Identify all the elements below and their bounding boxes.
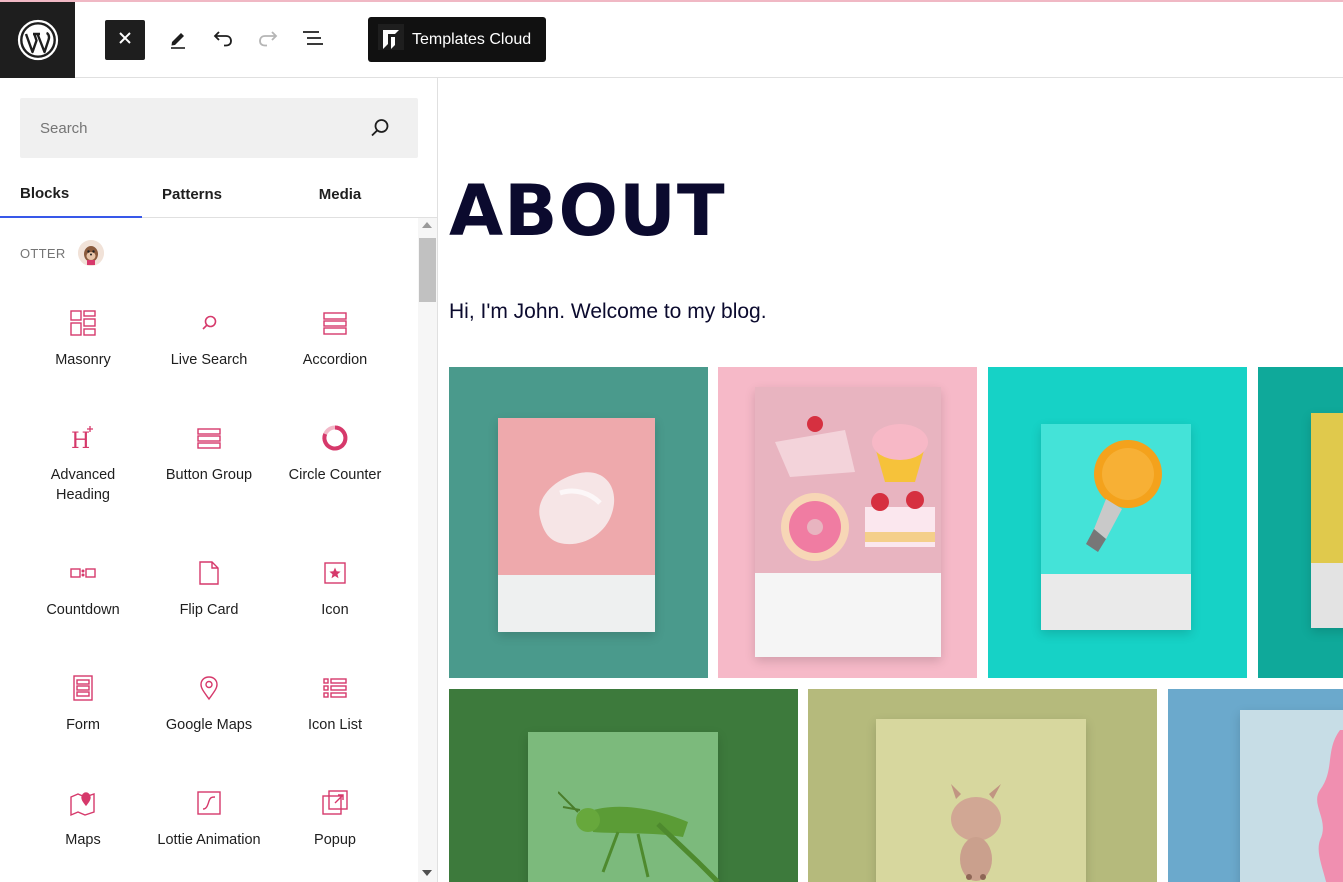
flip-card-icon	[194, 558, 224, 588]
page-title[interactable]: ABOUT	[449, 170, 726, 252]
tools-button[interactable]	[158, 20, 198, 60]
scroll-down-arrow-icon[interactable]	[422, 870, 432, 876]
page-intro-paragraph[interactable]: Hi, I'm John. Welcome to my blog.	[449, 300, 767, 324]
icon-list-icon	[320, 673, 350, 703]
redo-icon	[256, 26, 280, 55]
block-popup[interactable]: Popup	[272, 768, 398, 878]
tab-media-label: Media	[318, 185, 362, 203]
block-google-maps[interactable]: Google Maps	[146, 653, 272, 763]
block-advanced-heading[interactable]: H Advanced Heading	[20, 403, 146, 513]
block-circle-counter[interactable]: Circle Counter	[272, 403, 398, 513]
scroll-up-arrow-icon[interactable]	[422, 222, 432, 228]
gallery-image-grasshopper[interactable]	[449, 689, 798, 882]
map-pin-icon	[194, 673, 224, 703]
undo-icon	[211, 26, 235, 55]
block-label: Accordion	[302, 352, 368, 368]
pencil-icon	[167, 27, 189, 54]
block-label: Advanced Heading	[50, 467, 116, 503]
block-label: Icon List	[308, 717, 362, 733]
wordpress-logo-icon[interactable]	[0, 2, 75, 78]
close-icon	[117, 30, 133, 51]
block-label: Icon	[321, 602, 349, 618]
block-lottie-animation[interactable]: Lottie Animation	[146, 768, 272, 878]
block-live-search[interactable]: Live Search	[146, 288, 272, 398]
block-icon-list[interactable]: Icon List	[272, 653, 398, 763]
otter-avatar-icon	[77, 240, 104, 266]
block-masonry[interactable]: Masonry	[20, 288, 146, 398]
block-icon[interactable]: Icon	[272, 538, 398, 648]
gallery-image-sweets[interactable]	[718, 367, 977, 678]
block-form[interactable]: Form	[20, 653, 146, 763]
scrollbar-thumb[interactable]	[419, 238, 436, 302]
templates-cloud-label: Templates Cloud	[412, 30, 532, 48]
block-label: Masonry	[55, 352, 111, 368]
category-label: OTTER	[20, 245, 66, 261]
undo-button[interactable]	[203, 20, 243, 60]
gallery-image-yellow[interactable]	[1258, 367, 1343, 678]
block-label: Popup	[314, 832, 356, 848]
list-view-icon	[301, 26, 325, 55]
tab-patterns[interactable]: Patterns	[142, 170, 242, 218]
circle-counter-icon	[320, 423, 350, 453]
redo-button[interactable]	[248, 20, 288, 60]
block-maps[interactable]: Maps	[20, 768, 146, 878]
block-label: Flip Card	[179, 602, 239, 618]
editor-top-bar: Templates Cloud	[0, 0, 1343, 78]
block-label: Countdown	[46, 602, 120, 618]
heading-icon: H	[68, 423, 98, 453]
close-inserter-button[interactable]	[105, 20, 145, 60]
gallery-image-crystal[interactable]	[449, 367, 708, 678]
block-category-otter: OTTER	[20, 240, 104, 266]
popup-icon	[320, 788, 350, 818]
form-icon	[68, 673, 98, 703]
block-button-group[interactable]: Button Group	[146, 403, 272, 513]
accordion-icon	[320, 308, 350, 338]
block-label: Lottie Animation	[157, 832, 261, 848]
block-accordion[interactable]: Accordion	[272, 288, 398, 398]
tab-blocks-label: Blocks	[20, 184, 70, 202]
tab-blocks[interactable]: Blocks	[0, 170, 142, 218]
masonry-icon	[68, 308, 98, 338]
block-flip-card[interactable]: Flip Card	[146, 538, 272, 648]
tab-media[interactable]: Media	[290, 170, 390, 218]
block-label: Live Search	[170, 352, 248, 368]
block-label: Maps	[65, 832, 101, 848]
search-icon	[194, 308, 224, 338]
lottie-icon	[194, 788, 224, 818]
block-label: Circle Counter	[288, 467, 382, 483]
svg-text:H: H	[71, 429, 90, 453]
inserter-scrollbar[interactable]	[418, 218, 437, 882]
templates-cloud-icon	[378, 24, 404, 55]
block-label: Google Maps	[165, 717, 253, 733]
block-label: Button Group	[165, 467, 253, 483]
block-countdown[interactable]: Countdown	[20, 538, 146, 648]
block-inserter-panel: Blocks Patterns Media OTTER	[0, 78, 438, 882]
gallery-image-giraffe[interactable]	[808, 689, 1157, 882]
gallery-image-bulb[interactable]	[988, 367, 1247, 678]
search-icon[interactable]	[368, 116, 392, 140]
countdown-icon	[68, 558, 98, 588]
editor-canvas[interactable]: ABOUT Hi, I'm John. Welcome to my blog.	[439, 78, 1343, 882]
star-icon	[320, 558, 350, 588]
block-search	[20, 98, 418, 158]
document-overview-button[interactable]	[293, 20, 333, 60]
block-search-input[interactable]	[20, 98, 360, 158]
maps-icon	[68, 788, 98, 818]
tab-patterns-label: Patterns	[161, 185, 223, 203]
block-label: Form	[66, 717, 100, 733]
inserter-tabs: Blocks Patterns Media	[0, 170, 437, 218]
gallery-image-flamingo[interactable]	[1168, 689, 1343, 882]
button-group-icon	[194, 423, 224, 453]
templates-cloud-button[interactable]: Templates Cloud	[368, 17, 546, 62]
